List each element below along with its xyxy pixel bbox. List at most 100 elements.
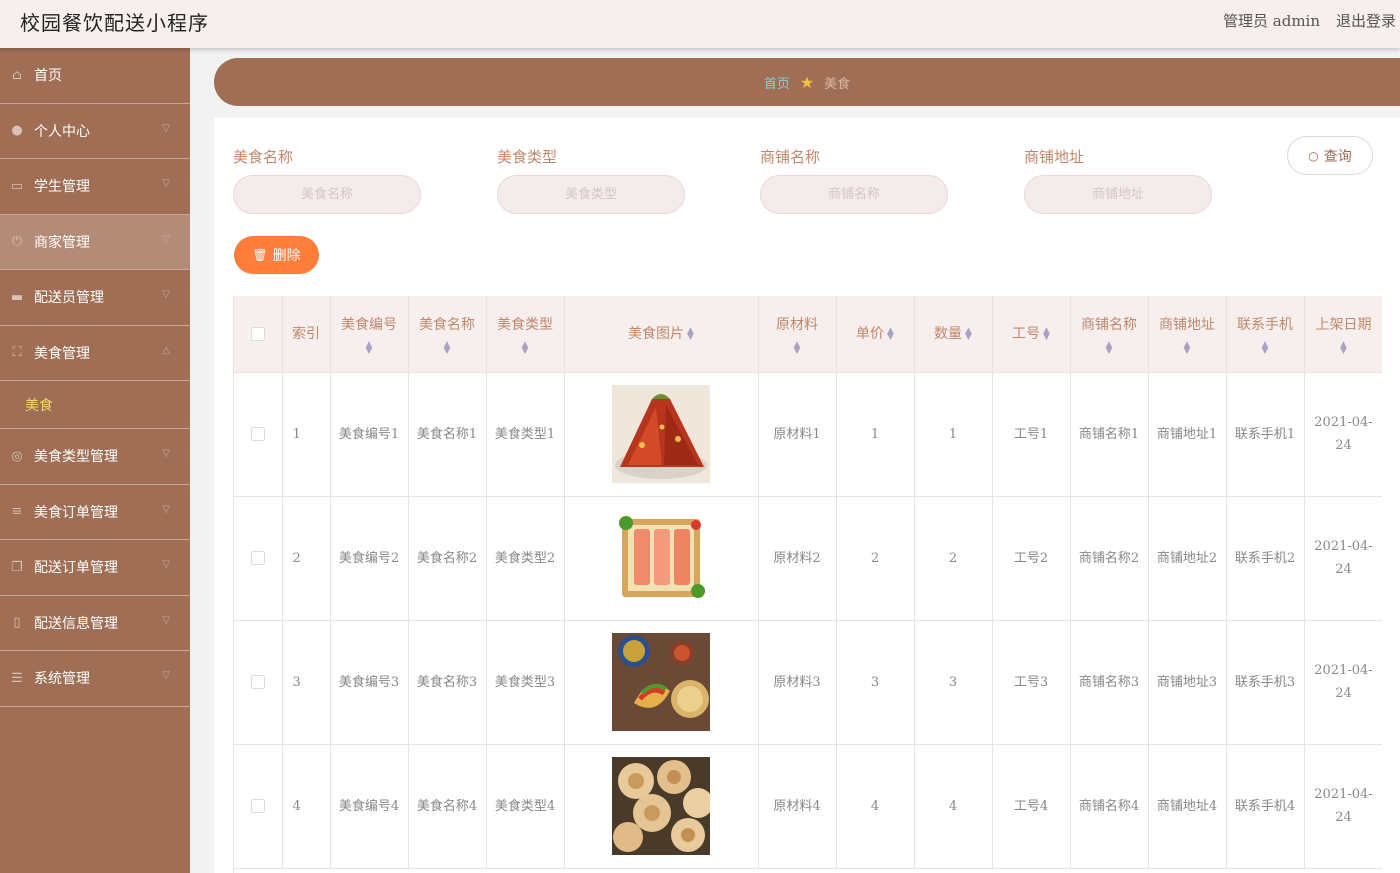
chevron-down-icon: ▽ <box>162 233 170 245</box>
cell-shop-address: 商铺地址2 <box>1148 496 1227 621</box>
chevron-down-icon: ▽ <box>162 178 170 189</box>
sort-icon[interactable]: ▲ ▼ <box>491 340 560 355</box>
breadcrumb: 首页 ★ 美食 <box>214 58 1400 106</box>
sidebar-item-10[interactable]: ▯ 配送信息管理 ▽ <box>0 596 190 651</box>
sidebar-item-3[interactable]: ⏻ 商家管理 ▽ <box>0 214 190 270</box>
filter-label-shop-name: 商铺名称 <box>760 148 821 166</box>
sort-icon[interactable]: ▲ ▼ <box>335 340 404 355</box>
logout-link[interactable]: 退出登录 <box>1336 10 1396 31</box>
sidebar-item-11[interactable]: ☰ 系统管理 ▽ <box>0 651 190 707</box>
sort-icon[interactable]: ▲ ▼ <box>1231 340 1300 355</box>
cell-quantity: 1 <box>914 372 993 497</box>
sort-icon[interactable]: ▲ ▼ <box>1153 340 1222 355</box>
cell-shop-name: 商铺名称4 <box>1070 744 1149 869</box>
table-row[interactable]: 1 美食编号1 美食名称1 美食类型1 原材料1 1 1 工号1 商铺名称1 商铺地址1 联系手机1… <box>234 372 1382 497</box>
col-food-name[interactable]: 美食名称 ▲ ▼ <box>408 296 487 373</box>
sidebar-item-label: 美食类型管理 <box>34 449 118 466</box>
cell-phone: 联系手机2 <box>1226 496 1305 621</box>
copy-icon: ❐ <box>11 559 23 575</box>
cell-food-image <box>564 620 759 745</box>
sidebar-subitem-food[interactable]: 美食 <box>0 381 190 429</box>
food-type-input[interactable] <box>497 175 685 214</box>
sidebar-item-label: 学生管理 <box>34 179 90 196</box>
cell-shop-name: 商铺名称2 <box>1070 496 1149 621</box>
cell-shop-address: 商铺地址1 <box>1148 372 1227 497</box>
sidebar-item-7[interactable]: ◎ 美食类型管理 ▽ <box>0 429 190 485</box>
delete-button[interactable]: 🗑 删除 <box>234 236 319 274</box>
query-button[interactable]: ○ 查询 <box>1287 136 1373 175</box>
cell-work-number: 工号3 <box>992 620 1071 745</box>
top-bar: 校园餐饮配送小程序 管理员 admin 退出登录 <box>0 0 1400 48</box>
sort-icon[interactable]: ▲ ▼ <box>687 326 694 341</box>
desktop-icon: ▭ <box>10 178 24 194</box>
sidebar-item-2[interactable]: ▭ 学生管理 ▽ <box>0 159 190 215</box>
shop-name-input[interactable] <box>760 175 948 214</box>
sidebar-item-8[interactable]: ≡ 美食订单管理 ▽ <box>0 485 190 540</box>
cell-price: 2 <box>836 496 915 621</box>
cell-shop-address: 商铺地址3 <box>1148 620 1227 745</box>
sidebar-item-9[interactable]: ❐ 配送订单管理 ▽ <box>0 540 190 596</box>
trash-icon: 🗑 <box>252 248 268 262</box>
col-food-code[interactable]: 美食编号 ▲ ▼ <box>330 296 409 373</box>
user-icon: ● <box>11 123 23 139</box>
shop-address-input[interactable] <box>1024 175 1212 214</box>
sort-icon[interactable]: ▲ ▼ <box>965 326 972 341</box>
chevron-down-icon: ▽ <box>162 122 170 134</box>
table-row[interactable]: 3 美食编号3 美食名称3 美食类型3 原材料3 3 3 工号3 商铺名称3 商铺地址3 联系手机3… <box>234 620 1382 745</box>
col-food-image[interactable]: 美食图片 ▲ ▼ <box>564 296 759 373</box>
cell-quantity: 3 <box>914 620 993 745</box>
cell-material: 原材料4 <box>758 744 837 869</box>
food-image[interactable] <box>571 633 752 731</box>
star-icon: ★ <box>799 72 815 92</box>
sort-icon[interactable]: ▲ ▼ <box>763 340 832 355</box>
col-shop-address[interactable]: 商铺地址 ▲ ▼ <box>1148 296 1227 373</box>
monitor-icon: ▬ <box>10 289 24 305</box>
col-date[interactable]: 上架日期 ▲ ▼ <box>1304 296 1382 373</box>
col-price[interactable]: 单价 ▲ ▼ <box>836 296 915 373</box>
cell-date: 2021-04-24 <box>1304 620 1382 745</box>
col-shop-name[interactable]: 商铺名称 ▲ ▼ <box>1070 296 1149 373</box>
col-material[interactable]: 原材料 ▲ ▼ <box>758 296 837 373</box>
sort-icon[interactable]: ▲ ▼ <box>1075 340 1144 355</box>
cell-date: 2021-04-24 <box>1304 744 1382 869</box>
sidebar-item-5[interactable]: ⛶ 美食管理 △ <box>0 326 190 381</box>
row-select-cell <box>234 620 283 745</box>
select-all-checkbox[interactable] <box>250 326 265 341</box>
sidebar-item-4[interactable]: ▬ 配送员管理 ▽ <box>0 270 190 326</box>
food-image[interactable] <box>571 509 752 607</box>
filter-label-food-name: 美食名称 <box>233 148 294 166</box>
globe-icon: ◎ <box>11 448 23 464</box>
sort-icon[interactable]: ▲ ▼ <box>1043 326 1050 341</box>
cell-material: 原材料1 <box>758 372 837 497</box>
sidebar-item-0[interactable]: ⌂ 首页 <box>0 48 190 104</box>
food-image[interactable] <box>571 757 752 855</box>
row-checkbox[interactable] <box>250 799 265 813</box>
row-checkbox[interactable] <box>250 675 265 689</box>
filter-label-food-type: 美食类型 <box>497 148 558 166</box>
cell-index: 2 <box>282 496 331 621</box>
cell-index: 1 <box>282 372 331 497</box>
sidebar-item-1[interactable]: ● 个人中心 ▽ <box>0 104 190 159</box>
row-checkbox[interactable] <box>250 551 265 565</box>
cell-price: 3 <box>836 620 915 745</box>
sidebar-item-label: 配送员管理 <box>34 290 104 307</box>
sidebar-item-label: 商家管理 <box>34 234 90 251</box>
food-image[interactable] <box>571 385 752 483</box>
food-name-input[interactable] <box>233 175 421 214</box>
col-phone[interactable]: 联系手机 ▲ ▼ <box>1226 296 1305 373</box>
cell-food-code: 美食编号3 <box>330 620 409 745</box>
breadcrumb-home[interactable]: 首页 <box>764 73 790 92</box>
cell-food-image <box>564 372 759 497</box>
cell-work-number: 工号1 <box>992 372 1071 497</box>
sidebar-item-label: 系统管理 <box>34 671 90 688</box>
sort-icon[interactable]: ▲ ▼ <box>887 326 894 341</box>
chevron-down-icon: ▽ <box>162 614 170 626</box>
sort-icon[interactable]: ▲ ▼ <box>1309 340 1379 355</box>
col-quantity[interactable]: 数量 ▲ ▼ <box>914 296 993 373</box>
table-row[interactable]: 4 美食编号4 美食名称4 美食类型4 原材料4 4 4 工号4 商铺名称4 商铺地址4 联系手机4… <box>234 744 1382 869</box>
sort-icon[interactable]: ▲ ▼ <box>413 340 482 355</box>
col-work-number[interactable]: 工号 ▲ ▼ <box>992 296 1071 373</box>
table-row[interactable]: 2 美食编号2 美食名称2 美食类型2 原材料2 2 2 工号2 商铺名称2 商铺地址2 联系手机2… <box>234 496 1382 621</box>
col-food-type[interactable]: 美食类型 ▲ ▼ <box>486 296 565 373</box>
row-checkbox[interactable] <box>250 427 265 441</box>
